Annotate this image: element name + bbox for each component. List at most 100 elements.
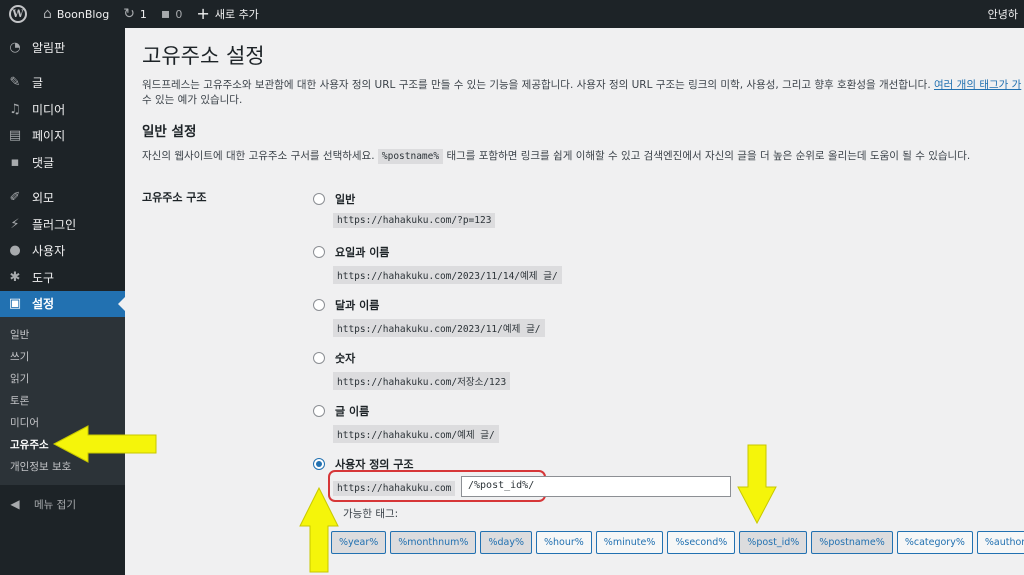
menu-comments[interactable]: ▪ 댓글 xyxy=(0,149,125,176)
radio-day-name[interactable] xyxy=(313,246,325,258)
greeting-text: 안녕하 xyxy=(987,8,1018,21)
section-description: 자신의 웹사이트에 대한 고유주소 구서를 선택하세요. %postname% … xyxy=(142,148,971,164)
site-name: BoonBlog xyxy=(56,7,110,21)
menu-label: 미디어 xyxy=(32,102,66,117)
submenu-general[interactable]: 일반 xyxy=(0,323,125,345)
user-icon: ● xyxy=(9,243,21,259)
tag-postname-button[interactable]: %postname% xyxy=(811,531,893,554)
comments-count: 0 xyxy=(175,7,183,21)
menu-tools[interactable]: ✱ 도구 xyxy=(0,264,125,291)
option-label[interactable]: 글 이름 xyxy=(335,403,369,419)
up-arrow-annotation-icon xyxy=(299,486,339,573)
intro-text: 워드프레스는 고유주소와 보관함에 대한 사용자 정의 URL 구조를 만들 수… xyxy=(142,78,1022,108)
menu-label: 댓글 xyxy=(32,155,55,170)
comment-bubble-icon: ▪ xyxy=(160,6,171,22)
admin-bar: W ⌂ BoonBlog ↻ 1 ▪ 0 + 새로 추가 안녕하 xyxy=(0,0,1024,28)
pin-icon: ✎ xyxy=(9,75,21,91)
radio-month-name[interactable] xyxy=(313,299,325,311)
intro-tail: 수 있는 예가 있습니다. xyxy=(142,94,243,106)
menu-posts[interactable]: ✎ 글 xyxy=(0,70,125,97)
desc-before: 자신의 웹사이트에 대한 고유주소 구서를 선택하세요. xyxy=(142,150,375,162)
menu-label: 페이지 xyxy=(32,129,66,144)
site-name-link[interactable]: ⌂ BoonBlog xyxy=(36,0,116,28)
plugin-icon: ⚡ xyxy=(10,216,20,232)
option-example: https://hahakuku.com/저장소/123 xyxy=(333,372,511,390)
admin-sidebar: ◔ 알림판 ✎ 글 ♫ 미디어 ▤ 페이지 ▪ 댓글 ✐ 외모 ⚡ 플러그인 ● 사용자 ✱ 도구… xyxy=(0,28,125,575)
new-content-label: 새로 추가 xyxy=(214,8,259,21)
tag-hour-button[interactable]: %hour% xyxy=(535,531,592,554)
tag-day-button[interactable]: %day% xyxy=(480,531,532,554)
media-icon: ♫ xyxy=(9,101,21,117)
wp-logo-menu[interactable]: W xyxy=(0,0,36,28)
page-title: 고유주소 설정 xyxy=(142,44,265,68)
option-numeric: 숫자 https://hahakuku.com/저장소/123 xyxy=(313,350,511,390)
available-tags-label: 가능한 태그: xyxy=(343,508,399,520)
custom-base-url: https://hahakuku.com xyxy=(333,481,456,496)
option-label[interactable]: 달과 이름 xyxy=(335,297,379,313)
radio-plain[interactable] xyxy=(313,193,325,205)
submenu-writing[interactable]: 쓰기 xyxy=(0,345,125,367)
plus-icon: + xyxy=(196,4,210,23)
option-example: https://hahakuku.com/예제 글/ xyxy=(333,425,499,443)
tool-icon: ✱ xyxy=(9,269,21,285)
menu-label: 플러그인 xyxy=(32,217,77,232)
option-example: https://hahakuku.com/2023/11/예제 글/ xyxy=(333,319,545,337)
submenu-reading[interactable]: 읽기 xyxy=(0,367,125,389)
menu-label: 사용자 xyxy=(32,244,66,259)
down-arrow-annotation-icon xyxy=(737,444,777,525)
tag-post-id-button[interactable]: %post_id% xyxy=(739,531,808,554)
menu-label: 설정 xyxy=(32,297,55,312)
custom-structure-input[interactable]: /%post_id%/ xyxy=(461,476,731,497)
tag-minute-button[interactable]: %minute% xyxy=(595,531,664,554)
wordpress-logo-icon: W xyxy=(9,5,27,23)
left-arrow-annotation-icon xyxy=(52,425,157,463)
menu-media[interactable]: ♫ 미디어 xyxy=(0,96,125,123)
new-content-link[interactable]: + 새로 추가 xyxy=(189,0,265,28)
radio-numeric[interactable] xyxy=(313,352,325,364)
intro-link[interactable]: 여러 개의 태그가 가 xyxy=(934,79,1021,91)
comment-icon: ▪ xyxy=(10,154,20,170)
dashboard-icon: ◔ xyxy=(9,39,21,55)
radio-custom[interactable] xyxy=(313,458,325,470)
page-icon: ▤ xyxy=(8,128,22,144)
account-menu[interactable]: 안녕하 xyxy=(982,0,1024,28)
menu-appearance[interactable]: ✐ 외모 xyxy=(0,185,125,212)
menu-label: 알림판 xyxy=(32,40,66,55)
desc-after: 태그를 포함하면 링크를 쉽게 이해할 수 있고 검색엔진에서 자신의 글을 더… xyxy=(446,150,971,162)
menu-settings[interactable]: ▣ 설정 xyxy=(0,290,125,317)
option-label[interactable]: 일반 xyxy=(335,191,355,207)
menu-label: 도구 xyxy=(32,270,55,285)
refresh-icon: ↻ xyxy=(123,6,135,22)
tag-category-button[interactable]: %category% xyxy=(896,531,973,554)
home-icon: ⌂ xyxy=(43,6,52,22)
menu-plugins[interactable]: ⚡ 플러그인 xyxy=(0,211,125,238)
option-post-name: 글 이름 https://hahakuku.com/예제 글/ xyxy=(313,403,499,443)
tag-buttons: %year% %monthnum% %day% %hour% %minute% … xyxy=(331,531,1024,554)
tag-monthnum-button[interactable]: %monthnum% xyxy=(390,531,477,554)
option-label[interactable]: 요일과 이름 xyxy=(335,244,389,260)
updates-count: 1 xyxy=(139,7,147,21)
settings-icon: ▣ xyxy=(8,296,22,312)
submenu-discussion[interactable]: 토론 xyxy=(0,389,125,411)
main-content: 고유주소 설정 워드프레스는 고유주소와 보관함에 대한 사용자 정의 URL … xyxy=(125,28,1024,575)
option-plain: 일반 https://hahakuku.com/?p=123 xyxy=(313,191,496,228)
menu-label: 외모 xyxy=(32,191,55,206)
collapse-label: 메뉴 접기 xyxy=(34,498,76,511)
tag-author-button[interactable]: %author% xyxy=(976,531,1024,554)
updates-link[interactable]: ↻ 1 xyxy=(116,0,154,28)
menu-pages[interactable]: ▤ 페이지 xyxy=(0,123,125,150)
comments-link[interactable]: ▪ 0 xyxy=(154,0,190,28)
radio-post-name[interactable] xyxy=(313,405,325,417)
postname-code: %postname% xyxy=(377,149,444,164)
menu-dashboard[interactable]: ◔ 알림판 xyxy=(0,34,125,61)
appearance-icon: ✐ xyxy=(9,190,21,206)
tag-second-button[interactable]: %second% xyxy=(667,531,736,554)
collapse-arrow-icon: ◀ xyxy=(10,497,20,511)
section-title: 일반 설정 xyxy=(142,124,197,140)
option-label[interactable]: 숫자 xyxy=(335,350,355,366)
menu-users[interactable]: ● 사용자 xyxy=(0,238,125,265)
collapse-menu-button[interactable]: ◀ 메뉴 접기 xyxy=(0,491,125,517)
intro-body: 워드프레스는 고유주소와 보관함에 대한 사용자 정의 URL 구조를 만들 수… xyxy=(142,79,934,91)
option-example: https://hahakuku.com/?p=123 xyxy=(333,213,496,228)
option-day-name: 요일과 이름 https://hahakuku.com/2023/11/14/예… xyxy=(313,244,562,284)
